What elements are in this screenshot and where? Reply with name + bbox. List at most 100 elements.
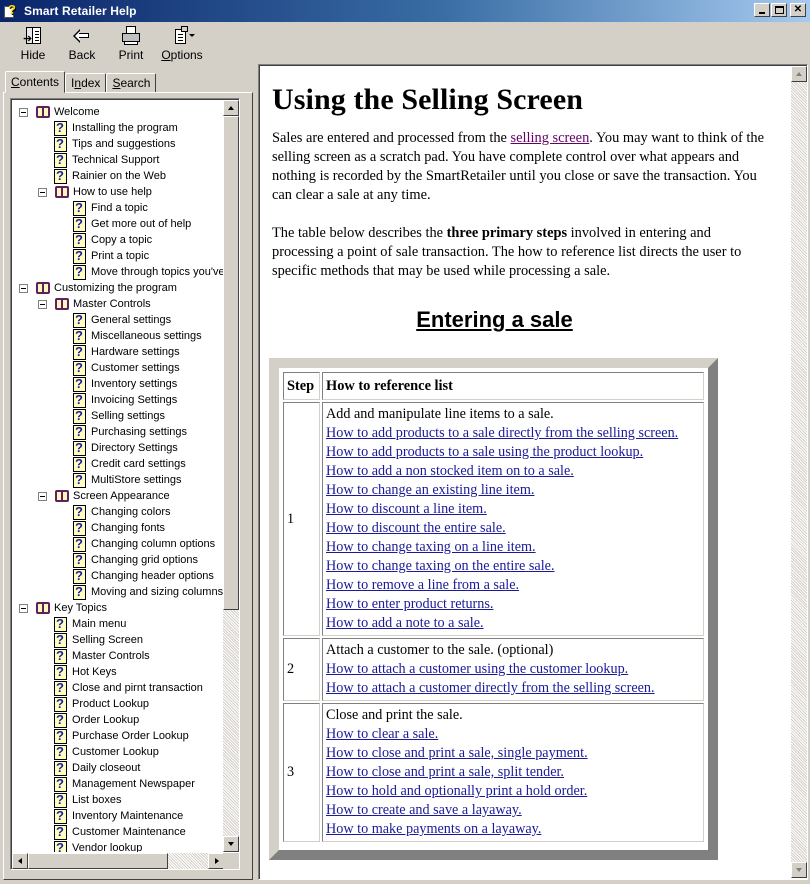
tree-topic[interactable]: ? List boxes bbox=[54, 792, 122, 808]
tree-hscroll-thumb[interactable] bbox=[28, 853, 168, 869]
how-to-link[interactable]: How to add products to a sale using the … bbox=[326, 443, 700, 462]
tree-topic[interactable]: ? Moving and sizing columns bbox=[73, 584, 223, 600]
tree-topic[interactable]: ? Hot Keys bbox=[54, 664, 117, 680]
tree-topic[interactable]: ? Daily closeout bbox=[54, 760, 140, 776]
tree-topic[interactable]: ? Master Controls bbox=[54, 648, 150, 664]
tree-topic[interactable]: ? Customer Maintenance bbox=[54, 824, 186, 840]
how-to-link[interactable]: How to remove a line from a sale. bbox=[326, 576, 700, 595]
tree-topic[interactable]: ? Purchasing settings bbox=[73, 424, 187, 440]
tree-book[interactable]: Screen Appearance bbox=[38, 488, 170, 504]
help-topic-icon: ? bbox=[73, 360, 87, 376]
close-button[interactable]: ✕ bbox=[790, 3, 806, 17]
collapse-icon[interactable] bbox=[19, 603, 28, 613]
topic-scroll-up-button[interactable] bbox=[791, 66, 807, 82]
tree-topic[interactable]: ? Tips and suggestions bbox=[54, 136, 176, 152]
tree-topic[interactable]: ? Copy a topic bbox=[73, 232, 152, 248]
collapse-icon[interactable] bbox=[19, 107, 28, 117]
options-button[interactable]: Options bbox=[156, 22, 208, 64]
tree-topic[interactable]: ? Changing column options bbox=[73, 536, 215, 552]
how-to-link[interactable]: How to create and save a layaway. bbox=[326, 801, 700, 820]
minimize-button[interactable] bbox=[754, 3, 770, 17]
tree-topic[interactable]: ? Product Lookup bbox=[54, 696, 149, 712]
scroll-right-button[interactable] bbox=[208, 853, 224, 869]
tree-vertical-scrollbar[interactable] bbox=[223, 100, 239, 852]
tree-topic[interactable]: ? General settings bbox=[73, 312, 171, 328]
tree-topic[interactable]: ? Invoicing Settings bbox=[73, 392, 177, 408]
tree-topic[interactable]: ? Changing header options bbox=[73, 568, 214, 584]
how-to-link[interactable]: How to close and print a sale, split ten… bbox=[326, 763, 700, 782]
tree-topic[interactable]: ? Get more out of help bbox=[73, 216, 191, 232]
tree-book[interactable]: Key Topics bbox=[19, 600, 107, 616]
how-to-link[interactable]: How to discount a line item. bbox=[326, 500, 700, 519]
collapse-icon[interactable] bbox=[19, 283, 28, 293]
how-to-link[interactable]: How to discount the entire sale. bbox=[326, 519, 700, 538]
how-to-link[interactable]: How to clear a sale. bbox=[326, 725, 700, 744]
help-topic-icon: ? bbox=[73, 440, 87, 456]
tree-topic[interactable]: ? Directory Settings bbox=[73, 440, 178, 456]
tree-topic[interactable]: ? Hardware settings bbox=[73, 344, 180, 360]
tree-topic[interactable]: ? Move through topics you've bbox=[73, 264, 224, 280]
how-to-link[interactable]: How to add a non stocked item on to a sa… bbox=[326, 462, 700, 481]
scroll-up-button[interactable] bbox=[223, 100, 239, 116]
tree-topic[interactable]: ? Customer settings bbox=[73, 360, 180, 376]
printer-icon bbox=[119, 26, 143, 46]
tree-topic[interactable]: ? Technical Support bbox=[54, 152, 159, 168]
tab-index[interactable]: Index bbox=[65, 73, 107, 93]
collapse-icon[interactable] bbox=[38, 187, 47, 197]
how-to-link[interactable]: How to make payments on a layaway. bbox=[326, 820, 700, 839]
hide-button[interactable]: ➔ Hide bbox=[8, 22, 58, 64]
help-topic-icon: ? bbox=[73, 200, 87, 216]
tree-topic[interactable]: ? Vendor lookup bbox=[54, 840, 142, 852]
collapse-icon[interactable] bbox=[38, 299, 47, 309]
tree-book[interactable]: Master Controls bbox=[38, 296, 151, 312]
how-to-link[interactable]: How to hold and optionally print a hold … bbox=[326, 782, 700, 801]
tab-contents[interactable]: Contents bbox=[5, 71, 66, 93]
selling-screen-link[interactable]: selling screen bbox=[511, 130, 590, 146]
back-button[interactable]: Back bbox=[58, 22, 106, 64]
collapse-icon[interactable] bbox=[38, 491, 47, 501]
help-topic-icon: ? bbox=[54, 840, 68, 852]
how-to-link[interactable]: How to attach a customer directly from t… bbox=[326, 679, 700, 698]
scroll-down-button[interactable] bbox=[223, 836, 239, 852]
how-to-link[interactable]: How to close and print a sale, single pa… bbox=[326, 744, 700, 763]
tree-topic[interactable]: ? Rainier on the Web bbox=[54, 168, 166, 184]
tree-topic[interactable]: ? Management Newspaper bbox=[54, 776, 195, 792]
topic-vertical-scrollbar[interactable] bbox=[791, 66, 807, 878]
tree-topic[interactable]: ? Changing colors bbox=[73, 504, 171, 520]
tree-book[interactable]: How to use help bbox=[38, 184, 152, 200]
how-to-link[interactable]: How to enter product returns. bbox=[326, 595, 700, 614]
tree-topic[interactable]: ? Credit card settings bbox=[73, 456, 186, 472]
maximize-button[interactable] bbox=[771, 3, 787, 17]
tree-topic[interactable]: ? Customer Lookup bbox=[54, 744, 159, 760]
how-to-link[interactable]: How to add products to a sale directly f… bbox=[326, 424, 700, 443]
tree-topic[interactable]: ? Find a topic bbox=[73, 200, 148, 216]
tree-topic[interactable]: ? Print a topic bbox=[73, 248, 149, 264]
tree-topic[interactable]: ? Miscellaneous settings bbox=[73, 328, 202, 344]
how-to-link[interactable]: How to attach a customer using the custo… bbox=[326, 660, 700, 679]
print-button[interactable]: Print bbox=[106, 22, 156, 64]
tree-topic[interactable]: ? Close and pirnt transaction bbox=[54, 680, 203, 696]
how-to-link[interactable]: How to change taxing on the entire sale. bbox=[326, 557, 700, 576]
how-to-link[interactable]: How to change taxing on a line item. bbox=[326, 538, 700, 557]
tree-topic[interactable]: ? Selling settings bbox=[73, 408, 165, 424]
tree-topic[interactable]: ? Changing grid options bbox=[73, 552, 198, 568]
tree-topic[interactable]: ? Installing the program bbox=[54, 120, 178, 136]
tree-topic[interactable]: ? Changing fonts bbox=[73, 520, 165, 536]
tree-topic[interactable]: ? Order Lookup bbox=[54, 712, 139, 728]
scroll-left-button[interactable] bbox=[12, 853, 28, 869]
tree-topic[interactable]: ? Purchase Order Lookup bbox=[54, 728, 189, 744]
topic-scroll-down-button[interactable] bbox=[791, 862, 807, 878]
tree-topic[interactable]: ? Inventory Maintenance bbox=[54, 808, 183, 824]
tree-vscroll-thumb[interactable] bbox=[223, 116, 239, 610]
tree-topic[interactable]: ? Main menu bbox=[54, 616, 126, 632]
how-to-link[interactable]: How to change an existing line item. bbox=[326, 481, 700, 500]
tree-topic[interactable]: ? MultiStore settings bbox=[73, 472, 181, 488]
tree-horizontal-scrollbar[interactable] bbox=[12, 853, 224, 869]
tree-book[interactable]: Customizing the program bbox=[19, 280, 177, 296]
how-to-link[interactable]: How to add a note to a sale. bbox=[326, 614, 700, 633]
tree-topic[interactable]: ? Inventory settings bbox=[73, 376, 177, 392]
tab-search[interactable]: Search bbox=[106, 73, 157, 93]
tree-book[interactable]: Welcome bbox=[19, 104, 100, 120]
tree-topic[interactable]: ? Selling Screen bbox=[54, 632, 143, 648]
arrow-down-icon bbox=[796, 868, 802, 872]
